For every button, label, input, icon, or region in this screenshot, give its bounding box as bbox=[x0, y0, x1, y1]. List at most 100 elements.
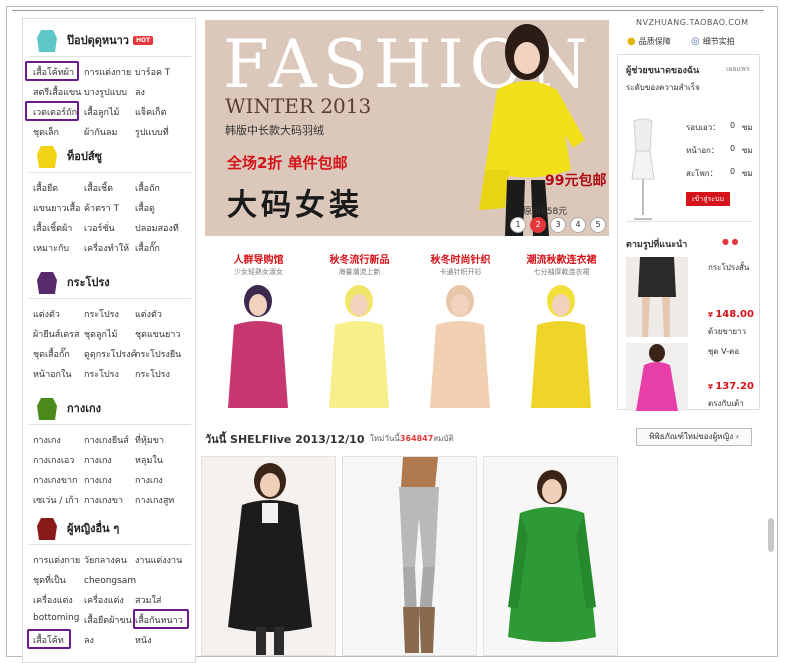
category-link[interactable]: กางเกง bbox=[84, 453, 112, 467]
category-link[interactable]: เสื้อลูกไม้ bbox=[84, 105, 119, 119]
category-link[interactable]: เครื่องทำให้ bbox=[84, 241, 129, 255]
category-link[interactable]: เสื้อยืดผ้าขน bbox=[84, 613, 132, 627]
category-link[interactable]: การแต่งกาย bbox=[33, 553, 80, 567]
highlight-box bbox=[133, 609, 189, 629]
category-link[interactable]: กางเกงขาก bbox=[33, 473, 77, 487]
category-link[interactable]: ดูดุกระโปรงค้า bbox=[84, 347, 136, 361]
slide-dot[interactable]: 1 bbox=[510, 217, 526, 233]
recommend-image[interactable] bbox=[626, 343, 688, 411]
scrollbar-thumb[interactable] bbox=[768, 518, 774, 552]
category-link[interactable]: เหมาะกับ bbox=[33, 241, 69, 255]
category-header[interactable]: กระโปรง bbox=[33, 267, 110, 297]
category-header[interactable]: กางเกง bbox=[33, 393, 101, 423]
measure-input[interactable]: 0 bbox=[730, 144, 740, 156]
category-link[interactable]: กางเกง bbox=[135, 473, 163, 487]
category-link[interactable]: แต่งตัว bbox=[135, 307, 162, 321]
promo-title: 秋冬时尚针织 bbox=[430, 255, 491, 266]
category-link[interactable]: เสื้อยืด bbox=[33, 181, 58, 195]
category-link[interactable]: เสื้อดู bbox=[135, 201, 155, 215]
category-link[interactable]: บางรูปแบบ bbox=[84, 85, 127, 99]
category-link[interactable]: หน้าอกใน bbox=[33, 367, 72, 381]
category-header[interactable]: ผู้หญิงอื่น ๆ bbox=[33, 513, 119, 543]
promo-card[interactable]: 秋冬时尚针织 卡通针织开衫 bbox=[412, 243, 509, 408]
category-link[interactable]: แต่งตัว bbox=[33, 307, 60, 321]
promo-card[interactable]: 秋冬流行新品 海量潮流上新 bbox=[311, 243, 408, 408]
category-link[interactable]: กางเกงเอว bbox=[33, 453, 74, 467]
slide-dot[interactable]: 5 bbox=[590, 217, 606, 233]
detail-tab[interactable]: ◎ 细节实拍 bbox=[691, 36, 735, 47]
category-link[interactable]: ลง bbox=[84, 633, 94, 647]
category-link[interactable]: ผ้ายีนส์เดรส bbox=[33, 327, 80, 341]
recommend-item-name[interactable]: กระโปรงสั้น bbox=[708, 261, 756, 274]
category-link[interactable]: กระโปรง bbox=[84, 307, 119, 321]
promo-card[interactable]: 潮流秋款连衣裙 七分袖厚款连衣裙 bbox=[513, 243, 610, 408]
category-link[interactable]: ปลอมสองที bbox=[135, 221, 179, 235]
category-link[interactable]: ชุดลูกไม้ bbox=[84, 327, 117, 341]
category-link[interactable]: หนัง bbox=[135, 633, 151, 647]
category-link[interactable]: แจ็คเก็ต bbox=[135, 105, 166, 119]
category-link[interactable]: กางเกงยีนส์ bbox=[84, 433, 129, 447]
banner-model-image bbox=[479, 24, 585, 236]
category-link[interactable]: บาร์อค T bbox=[135, 65, 170, 79]
category-link[interactable]: สวมใส่ bbox=[135, 593, 161, 607]
category-link[interactable]: เซเว่น / เก้า bbox=[33, 493, 79, 507]
category-link[interactable]: เสื้อถัก bbox=[135, 181, 160, 195]
hero-banner[interactable]: FASHION WINTER 2013 韩版中长款大码羽绒 全场2折 单件包邮 … bbox=[205, 20, 609, 236]
category-link[interactable]: เสื้อเชิ้ต bbox=[84, 181, 113, 195]
category-header[interactable]: ท็อปส์ซู bbox=[33, 141, 102, 171]
category-link[interactable]: กางเกง bbox=[84, 473, 112, 487]
category-link[interactable]: กางเกงขา bbox=[84, 493, 123, 507]
category-link[interactable]: cheongsamในห้องลับ bbox=[84, 573, 136, 587]
category-link[interactable]: ลง bbox=[135, 85, 145, 99]
category-link[interactable]: วัยกลางคน bbox=[84, 553, 127, 567]
category-link[interactable]: การแต่งกาย bbox=[84, 65, 131, 79]
category-link[interactable]: ชุดเล็ก bbox=[33, 125, 59, 139]
slide-dot[interactable]: 3 bbox=[550, 217, 566, 233]
hot-badge: HOT bbox=[132, 35, 154, 45]
category-link[interactable]: เวอร์ชั่น bbox=[84, 221, 115, 235]
recommend-item-name[interactable]: ชุด V-คอ bbox=[708, 345, 739, 358]
product-card[interactable] bbox=[342, 456, 477, 656]
promo-title: 潮流秋款连衣裙 bbox=[526, 255, 597, 266]
category-link[interactable]: ชุดเสื้อกั๊ก bbox=[33, 347, 70, 361]
category-link[interactable]: ค้าตรา T bbox=[84, 201, 119, 215]
category-link[interactable]: bottoming bbox=[33, 613, 79, 623]
category-link[interactable]: ชุดที่เป็น bbox=[33, 573, 66, 587]
category-divider bbox=[29, 56, 191, 57]
lightbulb-icon: ● bbox=[627, 36, 636, 47]
category-link[interactable]: เครื่องแต่ง bbox=[84, 593, 124, 607]
category-link[interactable]: กางเกงสูท bbox=[135, 493, 174, 507]
category-link[interactable]: เสื้อเชิ้ตผ้า bbox=[33, 221, 72, 235]
login-button[interactable]: เข้าสู่ระบบ bbox=[686, 192, 730, 206]
category-sidebar: ป๊อปดุดุหนาว HOT เสื้อโค้ทผ้า การแต่งกาย บาร… bbox=[22, 18, 196, 663]
category-link[interactable]: ผ้ากันลม bbox=[84, 125, 117, 139]
category-header[interactable]: ป๊อปดุดุหนาว HOT bbox=[33, 25, 154, 55]
promo-card[interactable]: 人群导购馆 少女轻熟女淑女 bbox=[210, 243, 307, 408]
recommend-image[interactable] bbox=[626, 257, 688, 337]
category-link[interactable]: งานแต่งงาน bbox=[135, 553, 182, 567]
product-card[interactable] bbox=[483, 456, 618, 656]
top-divider bbox=[12, 10, 764, 11]
category-link[interactable]: เครื่องแต่ง bbox=[33, 593, 73, 607]
category-link[interactable]: กระโปรง bbox=[84, 367, 119, 381]
shelf-museum-button[interactable]: พิพิธภัณฑ์ใหม่ของผู้หญิง › bbox=[636, 428, 752, 446]
quality-tab[interactable]: ● 品质保障 bbox=[627, 36, 671, 47]
category-link[interactable]: แขนยาวเสื้อ bbox=[33, 201, 80, 215]
category-link[interactable]: สตรีเสื้อแขน bbox=[33, 85, 81, 99]
recommend-pager-icon[interactable]: ● ● bbox=[722, 237, 739, 246]
measure-input[interactable]: 0 bbox=[730, 121, 740, 133]
category-link[interactable]: กางเกง bbox=[33, 433, 61, 447]
category-link[interactable]: รูปแบบที่ bbox=[135, 125, 169, 139]
category-link[interactable]: ชุดแขนยาว bbox=[135, 327, 180, 341]
shelf-sub-suffix: สมบัติ bbox=[433, 434, 454, 443]
product-card[interactable] bbox=[201, 456, 336, 656]
quality-tab-label: 品质保障 bbox=[638, 37, 671, 46]
slide-dot[interactable]: 2 bbox=[530, 217, 546, 233]
slide-dot[interactable]: 4 bbox=[570, 217, 586, 233]
category-link[interactable]: หลุมใน bbox=[135, 453, 163, 467]
measure-input[interactable]: 0 bbox=[730, 167, 740, 179]
category-link[interactable]: ที่หุ้มขา bbox=[135, 433, 164, 447]
category-link[interactable]: กระโปรง bbox=[135, 367, 170, 381]
category-link[interactable]: เสื้อกั๊ก bbox=[135, 241, 160, 255]
category-link[interactable]: กระโปรงยีน bbox=[135, 347, 181, 361]
